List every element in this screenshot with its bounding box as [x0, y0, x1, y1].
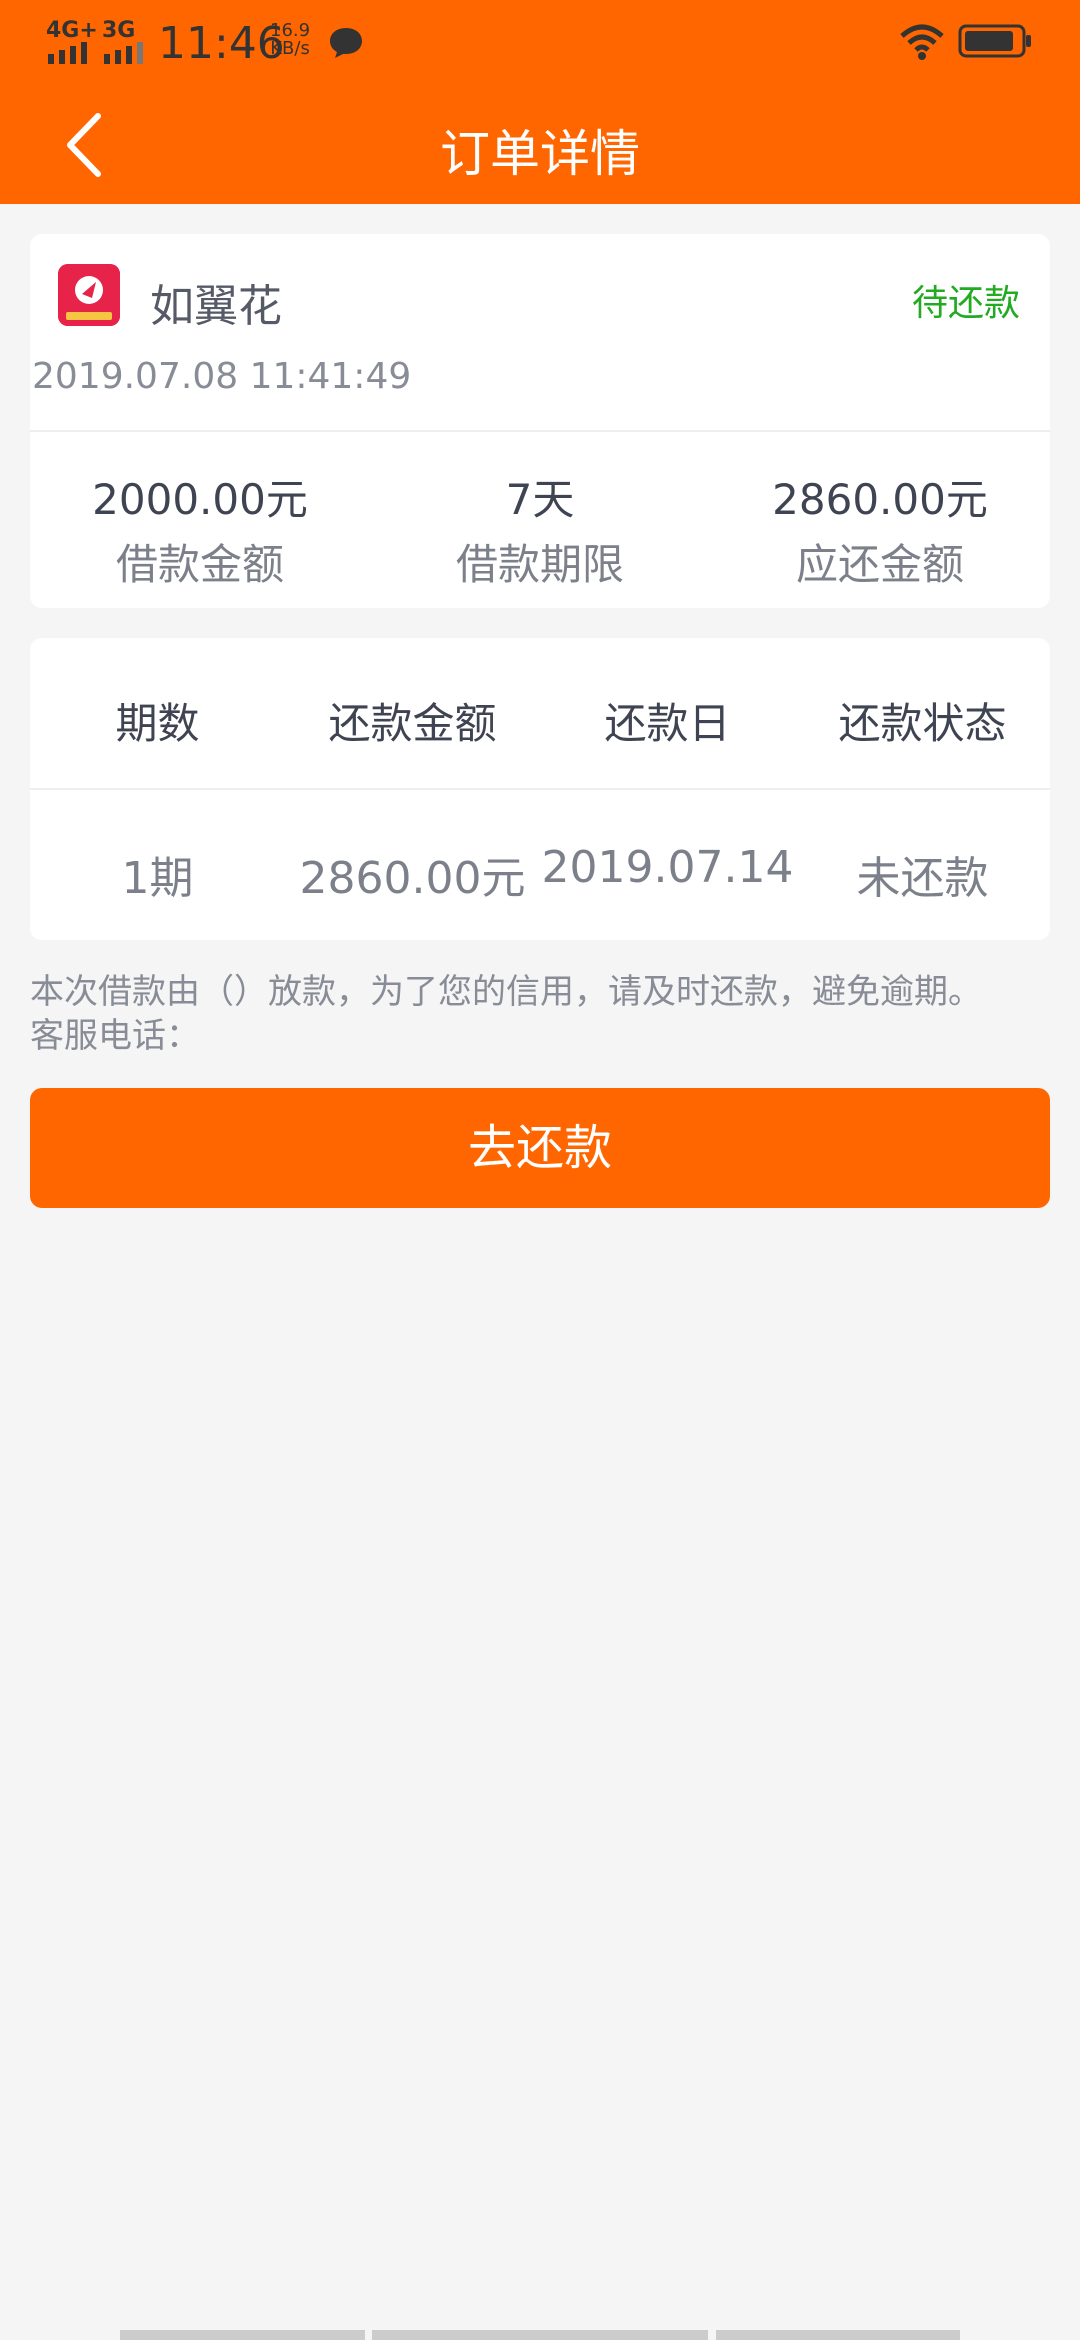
signal-icon [48, 42, 87, 64]
clock: 11:46 [158, 18, 285, 69]
order-date: 2019.07.08 11:41:49 [32, 356, 412, 397]
loan-notice: 本次借款由（）放款，为了您的信用，请及时还款，避免逾期。 客服电话： [30, 970, 1060, 1058]
wifi-icon [900, 24, 944, 60]
net-speed-unit: KB/s [270, 38, 310, 59]
loan-amount-value: 2000.00元 [92, 475, 308, 524]
app-logo-graphic [58, 264, 120, 326]
app-name: 如翼花 [150, 281, 282, 332]
notice-line-1: 本次借款由（）放款，为了您的信用，请及时还款，避免逾期。 [30, 972, 982, 1012]
loan-term-label: 借款期限 [455, 540, 624, 589]
repayment-schedule-table: 期数 还款金额 还款日 还款状态 1期 2860.00元 2019.07.14 … [30, 638, 1050, 940]
nav-gesture-bar [120, 2330, 365, 2340]
repay-amount-label: 应还金额 [795, 540, 964, 589]
loan-amount-label: 借款金额 [115, 540, 284, 589]
repay-amount-stat: 2860.00元 应还金额 [710, 466, 1050, 592]
repay-amount-value: 2860.00元 [772, 475, 988, 524]
loan-amount-stat: 2000.00元 借款金额 [30, 466, 370, 592]
order-summary-card: 如翼花 待还款 2019.07.08 11:41:49 2000.00元 借款金… [30, 234, 1050, 608]
header-status: 还款状态 [838, 699, 1007, 748]
battery-icon [958, 24, 1031, 58]
divider [30, 430, 1050, 432]
page-title: 订单详情 [440, 125, 640, 183]
divider [30, 788, 1050, 790]
signal-icon-2 [104, 42, 143, 64]
status-bar: 4G+ 3G 11:46 16.9 KB/s [0, 0, 1080, 84]
loan-term-stat: 7天 借款期限 [370, 466, 710, 592]
app-logo [58, 264, 120, 326]
cell-period: 1期 [121, 853, 194, 904]
nav-bar: 订单详情 [0, 84, 1080, 204]
header-amount: 还款金额 [328, 699, 497, 748]
nav-gesture-bar [716, 2330, 960, 2340]
loan-term-value: 7天 [505, 475, 575, 524]
nav-gesture-bar [372, 2330, 708, 2340]
header: 4G+ 3G 11:46 16.9 KB/s 订单详情 [0, 0, 1080, 204]
network-type-2: 3G [102, 18, 136, 43]
message-icon [330, 28, 362, 58]
cell-due-date: 2019.07.14 [541, 842, 794, 893]
repay-button[interactable]: 去还款 [30, 1088, 1050, 1208]
network-type-1: 4G+ [46, 18, 98, 43]
header-due-date: 还款日 [604, 699, 731, 748]
notice-line-2: 客服电话： [30, 1016, 200, 1056]
net-speed: 16.9 KB/s [270, 22, 310, 58]
header-period: 期数 [115, 699, 200, 748]
cell-amount: 2860.00元 [299, 853, 526, 904]
cell-status: 未还款 [856, 853, 989, 904]
order-status-badge: 待还款 [911, 283, 1020, 324]
